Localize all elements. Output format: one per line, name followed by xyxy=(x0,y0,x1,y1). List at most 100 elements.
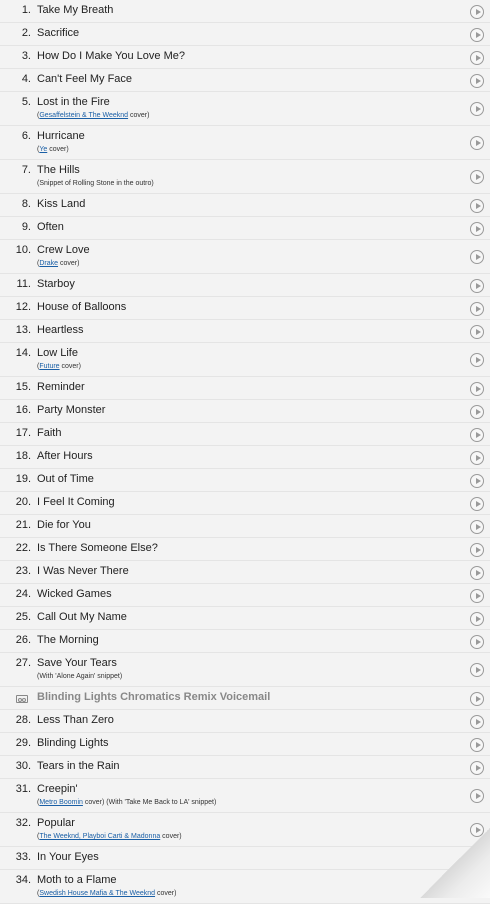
song-number: 8. xyxy=(21,198,31,210)
play-circle-icon[interactable] xyxy=(470,278,484,293)
song-title: Sacrifice xyxy=(37,27,80,39)
artist-link[interactable]: The Weeknd, Playboi Carti & Madonna xyxy=(39,833,160,840)
artist-link[interactable]: Gesaffelstein & The Weeknd xyxy=(39,112,128,119)
song-title: Starboy xyxy=(37,278,75,290)
song-number: 21. xyxy=(15,519,31,531)
play-circle-icon[interactable] xyxy=(470,634,484,649)
play-circle-icon[interactable] xyxy=(470,381,484,396)
setlist-item: 33. In Your Eyes xyxy=(0,847,490,870)
song-title: Out of Time xyxy=(37,473,94,485)
song-title: Take My Breath xyxy=(37,4,114,16)
song-number: 1. xyxy=(21,4,31,16)
song-title: After Hours xyxy=(37,450,93,462)
setlist-item: 16. Party Monster xyxy=(0,400,490,423)
artist-link[interactable]: Future xyxy=(39,363,59,370)
play-circle-icon[interactable] xyxy=(470,353,484,367)
play-circle-icon[interactable] xyxy=(470,301,484,316)
song-number: 31. xyxy=(15,783,31,795)
play-circle-icon[interactable] xyxy=(470,221,484,236)
song-note-suffix: cover) xyxy=(160,833,182,840)
play-circle-icon[interactable] xyxy=(470,136,484,150)
play-circle-icon[interactable] xyxy=(470,542,484,557)
song-title: House of Balloons xyxy=(37,301,127,313)
play-circle-icon[interactable] xyxy=(470,714,484,729)
play-circle-icon[interactable] xyxy=(470,4,484,19)
play-circle-icon[interactable] xyxy=(470,737,484,752)
setlist-item: 2. Sacrifice xyxy=(0,23,490,46)
song-number: 20. xyxy=(15,496,31,508)
song-number: 19. xyxy=(15,473,31,485)
setlist-item: 17. Faith xyxy=(0,423,490,446)
setlist-item: 29. Blinding Lights xyxy=(0,733,490,756)
play-circle-icon[interactable] xyxy=(470,565,484,580)
song-note: (Future cover) xyxy=(37,363,81,370)
play-circle-icon[interactable] xyxy=(470,663,484,677)
song-title: Can't Feel My Face xyxy=(37,73,133,85)
play-circle-icon[interactable] xyxy=(470,691,484,706)
song-title: Lost in the Fire xyxy=(37,96,110,108)
play-circle-icon[interactable] xyxy=(470,427,484,442)
song-title: Die for You xyxy=(37,519,91,531)
setlist-tape-item: Blinding Lights Chromatics Remix Voicema… xyxy=(0,687,490,710)
play-circle-icon[interactable] xyxy=(470,760,484,775)
artist-link[interactable]: Swedish House Mafia & The Weeknd xyxy=(39,890,155,897)
song-title: I Was Never There xyxy=(37,565,129,577)
play-circle-icon[interactable] xyxy=(470,324,484,339)
play-circle-icon[interactable] xyxy=(470,450,484,465)
song-number: 26. xyxy=(15,634,31,646)
play-circle-icon[interactable] xyxy=(470,519,484,534)
song-number: 33. xyxy=(15,851,31,863)
play-circle-icon[interactable] xyxy=(470,588,484,603)
play-circle-icon[interactable] xyxy=(470,789,484,803)
play-circle-icon[interactable] xyxy=(470,404,484,419)
song-title: Reminder xyxy=(37,381,85,393)
play-circle-icon[interactable] xyxy=(470,880,484,894)
play-circle-icon[interactable] xyxy=(470,73,484,88)
play-circle-icon[interactable] xyxy=(470,102,484,116)
song-title: Save Your Tears xyxy=(37,657,117,669)
cassette-tape-icon xyxy=(16,695,28,703)
setlist-item: 9. Often xyxy=(0,217,490,240)
play-circle-icon[interactable] xyxy=(470,473,484,488)
setlist-item: 10. Crew Love (Drake cover) xyxy=(0,240,490,274)
artist-link[interactable]: Drake xyxy=(39,260,58,267)
song-title: Low Life xyxy=(37,347,78,359)
song-number: 2. xyxy=(21,27,31,39)
setlist-item: 27. Save Your Tears (With 'Alone Again' sn… xyxy=(0,653,490,687)
song-number: 30. xyxy=(15,760,31,772)
play-circle-icon[interactable] xyxy=(470,851,484,866)
play-circle-icon[interactable] xyxy=(470,27,484,42)
song-title: Faith xyxy=(37,427,62,439)
setlist-item: 7. The Hills (Snippet of Rolling Stone in … xyxy=(0,160,490,194)
setlist-item: 6. Hurricane (Ye cover) xyxy=(0,126,490,160)
setlist-item: 30. Tears in the Rain xyxy=(0,756,490,779)
play-circle-icon[interactable] xyxy=(470,198,484,213)
setlist-item: 26. The Morning xyxy=(0,630,490,653)
setlist-item: 5. Lost in the Fire (Gesaffelstein & The W… xyxy=(0,92,490,126)
setlist-item: 23. I Was Never There xyxy=(0,561,490,584)
setlist-item: 28. Less Than Zero xyxy=(0,710,490,733)
song-title: The Hills xyxy=(37,164,80,176)
play-circle-icon[interactable] xyxy=(470,611,484,626)
song-note: (Snippet of Rolling Stone in the outro) xyxy=(37,180,154,187)
setlist-item: 19. Out of Time xyxy=(0,469,490,492)
song-title: Heartless xyxy=(37,324,84,336)
setlist-item: 11. Starboy xyxy=(0,274,490,297)
play-circle-icon[interactable] xyxy=(470,250,484,264)
play-circle-icon[interactable] xyxy=(470,170,484,184)
song-note: (Ye cover) xyxy=(37,146,69,153)
play-circle-icon[interactable] xyxy=(470,496,484,511)
song-note: (Drake cover) xyxy=(37,260,79,267)
song-number: 12. xyxy=(15,301,31,313)
song-note-suffix: cover) (With 'Take Me Back to LA' snippe… xyxy=(82,799,217,806)
song-note: (Gesaffelstein & The Weeknd cover) xyxy=(37,112,149,119)
setlist-item: 21. Die for You xyxy=(0,515,490,538)
song-number: 32. xyxy=(15,817,31,829)
song-number: 22. xyxy=(15,542,31,554)
play-circle-icon[interactable] xyxy=(470,50,484,65)
play-circle-icon[interactable] xyxy=(470,823,484,837)
song-number: 16. xyxy=(15,404,31,416)
song-title: Is There Someone Else? xyxy=(37,542,158,554)
song-note: (Metro Boomin cover) (With 'Take Me Back… xyxy=(37,799,216,806)
artist-link[interactable]: Metro Boomin xyxy=(39,799,83,806)
